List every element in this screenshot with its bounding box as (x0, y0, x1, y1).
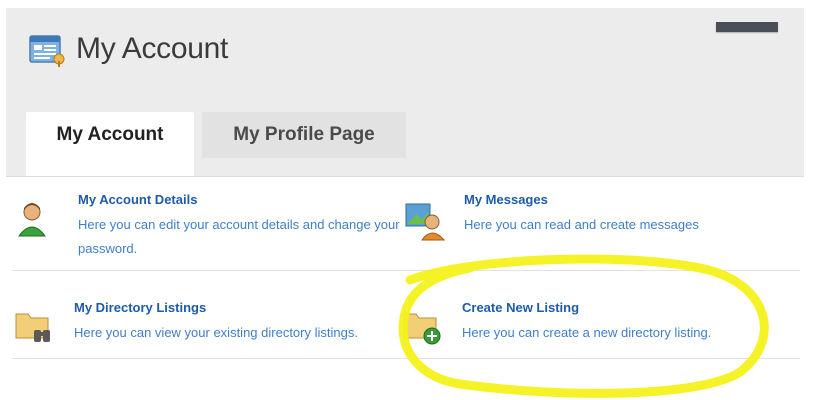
account-panel: My Account My Account My Profile Page My… (6, 8, 804, 380)
account-header: My Account My Account My Profile Page (6, 8, 804, 177)
bottom-divider (12, 358, 800, 359)
account-panel-icon (29, 35, 65, 67)
create-new-listing-description: Here you can create a new directory list… (462, 325, 712, 340)
account-details-item[interactable]: My Account Details Here you can edit you… (18, 192, 400, 262)
directory-listings-item[interactable]: My Directory Listings Here you can view … (14, 300, 394, 354)
user-menu-chip[interactable] (716, 22, 778, 32)
messages-item[interactable]: My Messages Here you can read and create… (404, 192, 784, 262)
user-icon (18, 203, 46, 237)
create-new-listing-item[interactable]: Create New Listing Here you can create a… (402, 300, 782, 354)
page-title: My Account (76, 32, 229, 65)
folder-add-icon (403, 313, 441, 345)
account-details-description: Here you can edit your account details a… (78, 217, 400, 256)
directory-listings-description: Here you can view your existing director… (74, 325, 358, 340)
create-new-listing-title[interactable]: Create New Listing (462, 300, 579, 315)
messages-description: Here you can read and create messages (464, 217, 699, 232)
folder-binoculars-icon (15, 313, 50, 342)
account-details-title[interactable]: My Account Details (78, 192, 197, 207)
tab-my-profile-page[interactable]: My Profile Page (202, 112, 406, 158)
messages-title[interactable]: My Messages (464, 192, 548, 207)
directory-listings-title[interactable]: My Directory Listings (74, 300, 206, 315)
row-divider (12, 270, 800, 271)
tab-my-account[interactable]: My Account (26, 112, 194, 176)
messages-icon (405, 203, 446, 241)
